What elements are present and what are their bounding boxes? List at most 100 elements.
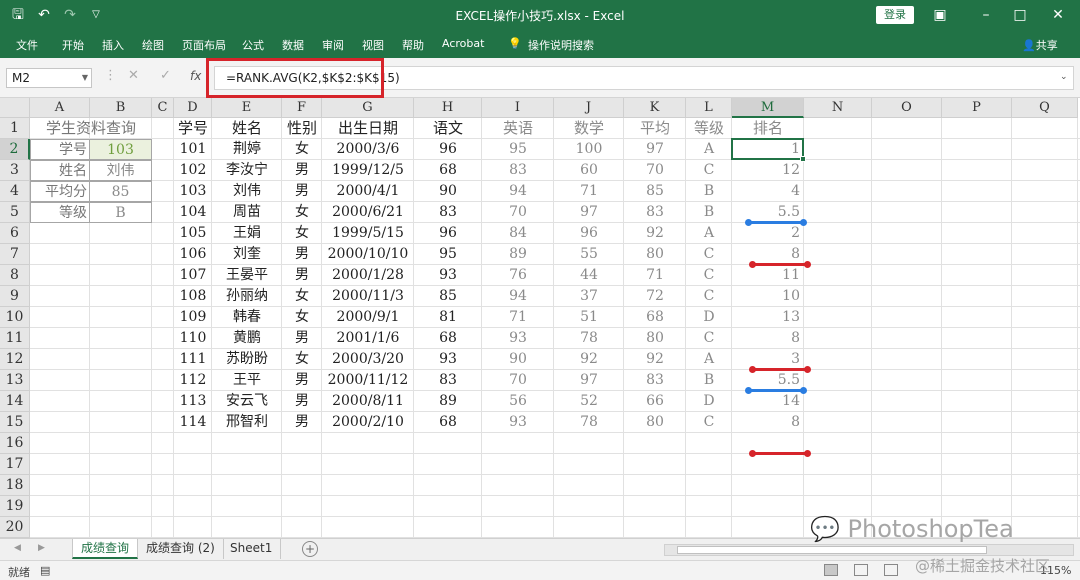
row-header-11[interactable]: 11 (0, 328, 30, 349)
table-cell[interactable]: 113 (174, 391, 212, 412)
table-cell[interactable]: 14 (732, 391, 804, 412)
table-cell[interactable]: 男 (282, 160, 322, 181)
table-cell[interactable]: 安云飞 (212, 391, 282, 412)
row-header-5[interactable]: 5 (0, 202, 30, 223)
table-cell[interactable]: 黄鹏 (212, 328, 282, 349)
fill-handle[interactable] (800, 156, 806, 162)
lookup-value[interactable]: 103 (89, 139, 152, 160)
table-cell[interactable]: 80 (624, 328, 686, 349)
table-cell[interactable]: 女 (282, 223, 322, 244)
table-cell[interactable]: 2 (732, 223, 804, 244)
table-cell[interactable]: 105 (174, 223, 212, 244)
tab-file[interactable]: 文件 (16, 37, 38, 53)
table-cell[interactable]: 90 (414, 181, 482, 202)
table-cell[interactable]: 83 (414, 370, 482, 391)
table-cell[interactable]: 68 (624, 307, 686, 328)
row-header-6[interactable]: 6 (0, 223, 30, 244)
table-cell[interactable]: 12 (732, 160, 804, 181)
table-cell[interactable]: A (686, 223, 732, 244)
table-cell[interactable]: 女 (282, 349, 322, 370)
table-cell[interactable]: A (686, 349, 732, 370)
row-header-18[interactable]: 18 (0, 475, 30, 496)
table-cell[interactable]: 1999/12/5 (322, 160, 414, 181)
row-header-19[interactable]: 19 (0, 496, 30, 517)
column-header-e[interactable]: E (212, 98, 282, 118)
table-cell[interactable]: 2000/3/6 (322, 139, 414, 160)
table-cell[interactable]: 37 (554, 286, 624, 307)
sheet-tab-2[interactable]: 成绩查询 (2) (138, 539, 224, 559)
table-cell[interactable]: 韩春 (212, 307, 282, 328)
table-cell[interactable]: 96 (414, 223, 482, 244)
table-cell[interactable]: 66 (624, 391, 686, 412)
table-cell[interactable]: 97 (554, 202, 624, 223)
row-header-9[interactable]: 9 (0, 286, 30, 307)
table-cell[interactable]: 85 (414, 286, 482, 307)
tab-review[interactable]: 审阅 (322, 37, 344, 53)
column-header-q[interactable]: Q (1012, 98, 1078, 118)
column-header-c[interactable]: C (152, 98, 174, 118)
table-cell[interactable]: 102 (174, 160, 212, 181)
tab-home[interactable]: 开始 (62, 37, 84, 53)
table-cell[interactable]: 周苗 (212, 202, 282, 223)
table-cell[interactable]: 8 (732, 244, 804, 265)
table-cell[interactable]: 44 (554, 265, 624, 286)
tab-view[interactable]: 视图 (362, 37, 384, 53)
table-cell[interactable]: 68 (414, 412, 482, 433)
table-cell[interactable]: 96 (554, 223, 624, 244)
table-cell[interactable]: 81 (414, 307, 482, 328)
table-cell[interactable]: 60 (554, 160, 624, 181)
tab-help[interactable]: 帮助 (402, 37, 424, 53)
active-cell-m2[interactable] (731, 138, 806, 162)
table-cell[interactable]: 97 (624, 139, 686, 160)
table-cell[interactable]: 83 (414, 202, 482, 223)
row-header-17[interactable]: 17 (0, 454, 30, 475)
table-cell[interactable]: 4 (732, 181, 804, 202)
table-cell[interactable]: 100 (554, 139, 624, 160)
table-cell[interactable]: 51 (554, 307, 624, 328)
table-cell[interactable]: 2001/1/6 (322, 328, 414, 349)
table-cell[interactable]: 70 (624, 160, 686, 181)
column-header-b[interactable]: B (90, 98, 152, 118)
table-cell[interactable]: 刘伟 (212, 181, 282, 202)
row-header-2[interactable]: 2 (0, 139, 30, 160)
table-cell[interactable]: 108 (174, 286, 212, 307)
tab-formulas[interactable]: 公式 (242, 37, 264, 53)
table-cell[interactable]: 101 (174, 139, 212, 160)
table-cell[interactable]: B (686, 181, 732, 202)
table-cell[interactable]: C (686, 244, 732, 265)
table-cell[interactable]: 2000/1/28 (322, 265, 414, 286)
table-cell[interactable]: 1999/5/15 (322, 223, 414, 244)
table-cell[interactable]: 女 (282, 139, 322, 160)
table-cell[interactable]: 114 (174, 412, 212, 433)
row-header-3[interactable]: 3 (0, 160, 30, 181)
table-cell[interactable]: 女 (282, 307, 322, 328)
tab-page-layout[interactable]: 页面布局 (182, 37, 226, 53)
column-header-j[interactable]: J (554, 98, 624, 118)
table-cell[interactable]: C (686, 328, 732, 349)
table-cell[interactable]: 2000/11/3 (322, 286, 414, 307)
row-header-14[interactable]: 14 (0, 391, 30, 412)
table-cell[interactable]: 邢智利 (212, 412, 282, 433)
table-cell[interactable]: 男 (282, 265, 322, 286)
column-header-h[interactable]: H (414, 98, 482, 118)
table-cell[interactable]: 72 (624, 286, 686, 307)
enter-icon[interactable]: ✓ (160, 68, 171, 83)
sheet-tab-3[interactable]: Sheet1 (222, 539, 282, 559)
table-cell[interactable]: 68 (414, 160, 482, 181)
table-cell[interactable]: 男 (282, 244, 322, 265)
table-cell[interactable]: 80 (624, 244, 686, 265)
cancel-icon[interactable]: ✕ (128, 68, 139, 83)
table-cell[interactable]: 5.5 (732, 202, 804, 223)
expand-formula-bar-icon[interactable]: ⌄ (1060, 72, 1068, 82)
tab-insert[interactable]: 插入 (102, 37, 124, 53)
table-cell[interactable]: 109 (174, 307, 212, 328)
scroll-thumb[interactable] (677, 546, 987, 554)
table-cell[interactable]: 男 (282, 391, 322, 412)
table-cell[interactable]: 11 (732, 265, 804, 286)
table-cell[interactable]: 84 (482, 223, 554, 244)
add-sheet-button[interactable]: + (302, 541, 318, 557)
table-cell[interactable]: 男 (282, 181, 322, 202)
table-cell[interactable]: 83 (624, 370, 686, 391)
table-cell[interactable]: 97 (554, 370, 624, 391)
chevron-down-icon[interactable]: ▼ (82, 69, 88, 87)
